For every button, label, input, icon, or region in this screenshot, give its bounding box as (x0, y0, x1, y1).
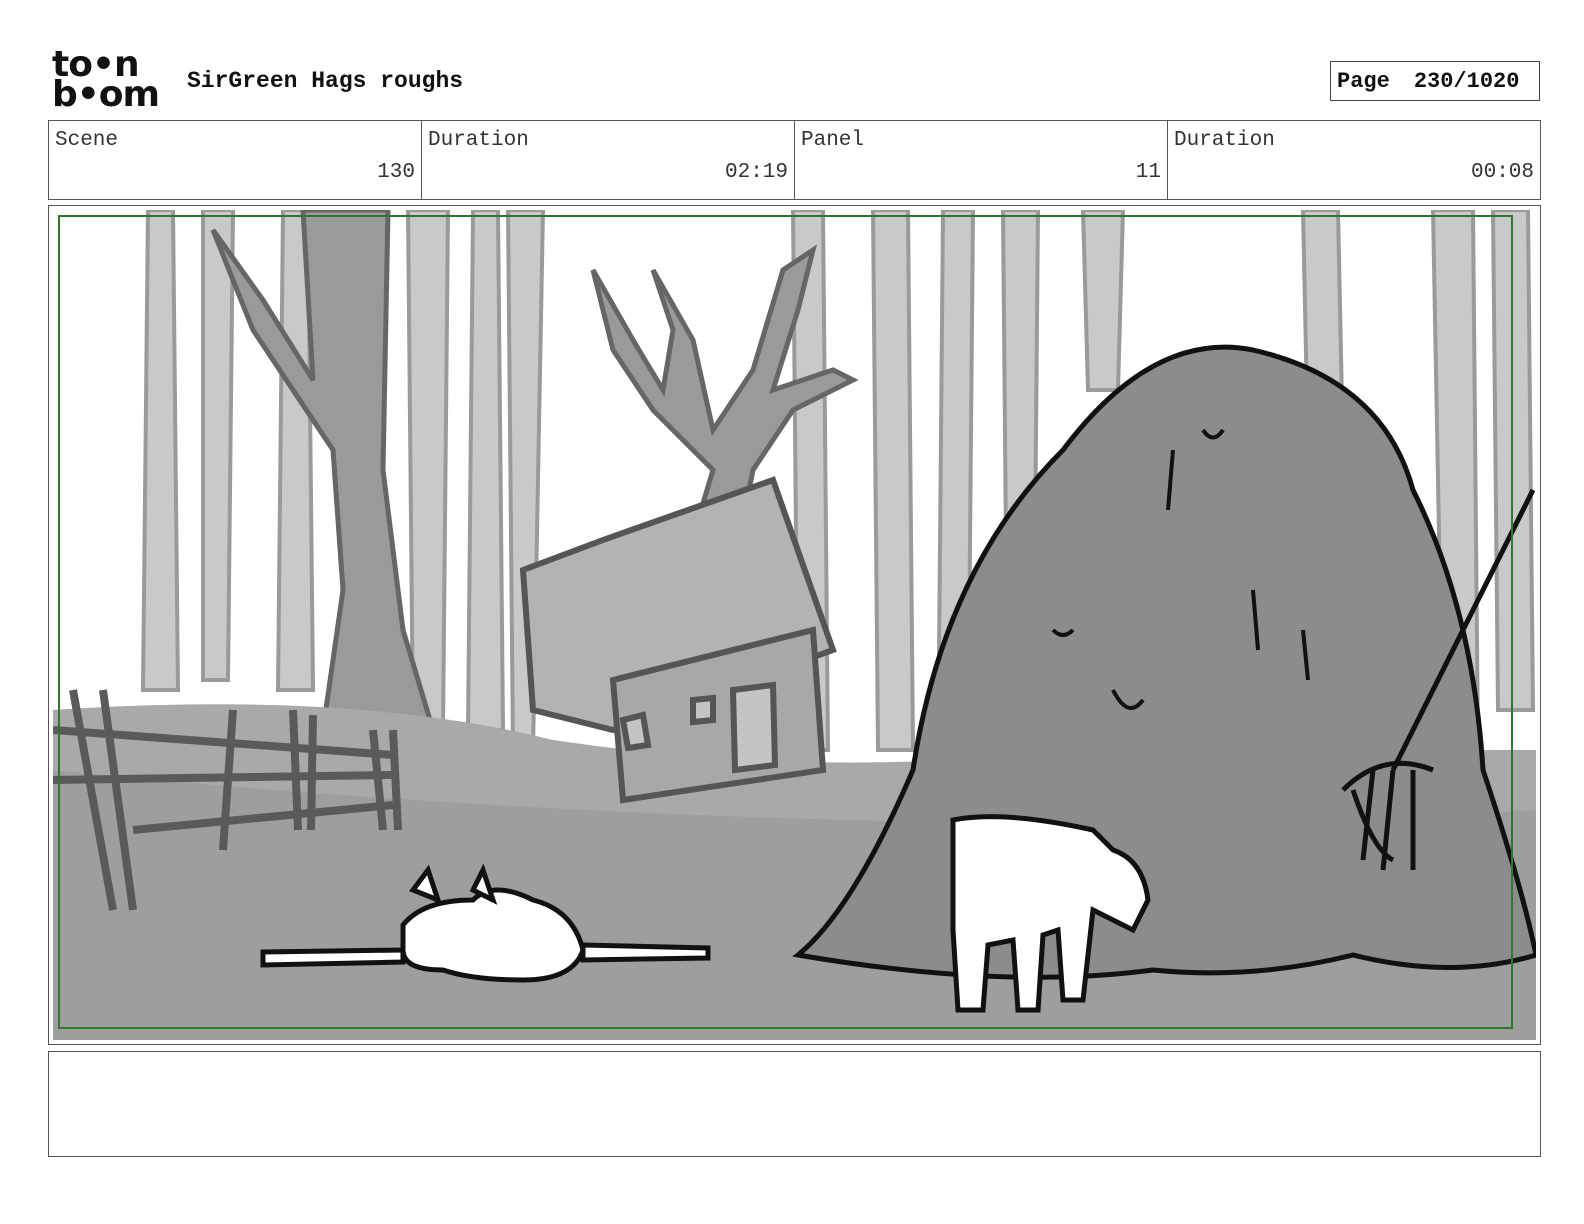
panel-duration-cell: Duration 00:08 (1168, 121, 1540, 199)
panel-label: Panel (801, 129, 865, 152)
storyboard-panel (48, 205, 1541, 1045)
toonboom-logo: to•n b•om (52, 47, 164, 115)
logo-bottom-text: b•om (52, 74, 160, 115)
panel-value: 11 (1135, 161, 1161, 184)
scene-value: 130 (377, 161, 415, 184)
scene-duration-cell: Duration 02:19 (422, 121, 795, 199)
info-bar: Scene 130 Duration 02:19 Panel 11 Durati… (48, 120, 1541, 200)
panel-cell: Panel 11 (795, 121, 1168, 199)
page-number: 230/1020 (1413, 68, 1520, 94)
page-indicator: Page 230/1020 (1330, 61, 1540, 101)
scene-duration-value: 02:19 (724, 161, 788, 184)
panel-notes (48, 1051, 1541, 1157)
page-label: Page (1337, 68, 1390, 94)
scene-duration-label: Duration (428, 129, 529, 152)
storyboard-sketch (53, 210, 1536, 1040)
project-title: SirGreen Hags roughs (187, 68, 464, 94)
scene-cell: Scene 130 (49, 121, 422, 199)
panel-duration-label: Duration (1174, 129, 1275, 152)
panel-duration-value: 00:08 (1470, 161, 1534, 184)
scene-label: Scene (55, 129, 119, 152)
